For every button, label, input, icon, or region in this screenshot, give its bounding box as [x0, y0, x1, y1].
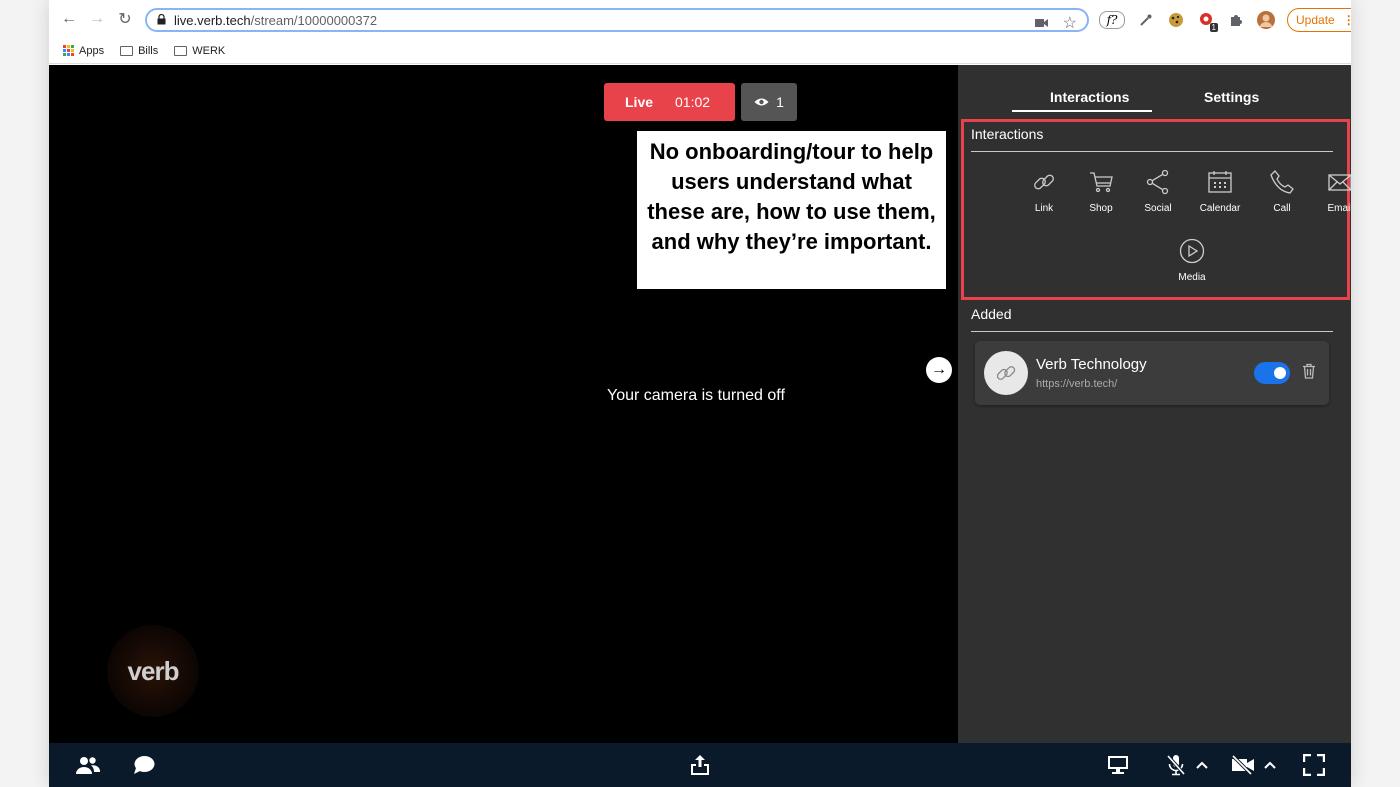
stream-controls-bar	[49, 743, 1351, 787]
cart-icon	[1090, 172, 1113, 193]
extension-badge: 1	[1209, 23, 1218, 32]
mail-icon	[1328, 174, 1351, 191]
collapse-panel-button[interactable]: →	[926, 357, 952, 383]
formula-extension-icon[interactable]: f?	[1099, 11, 1125, 29]
enable-toggle[interactable]	[1254, 362, 1290, 384]
interaction-email[interactable]: Email	[1310, 169, 1351, 214]
interaction-shop[interactable]: Shop	[1071, 169, 1131, 214]
folder-icon	[174, 45, 188, 56]
phone-icon	[1270, 170, 1294, 194]
interaction-social[interactable]: Social	[1128, 169, 1188, 214]
live-label: Live	[625, 94, 654, 110]
url-path: /stream/10000000372	[250, 12, 378, 28]
share-icon	[1146, 169, 1169, 195]
camera-options-chevron-icon[interactable]	[1257, 753, 1283, 777]
verb-logo: verb	[107, 625, 199, 717]
bookmark-star-icon[interactable]: ☆	[1063, 13, 1077, 33]
interaction-call[interactable]: Call	[1252, 169, 1312, 214]
mic-muted-icon[interactable]	[1163, 753, 1189, 777]
puzzle-extensions-icon[interactable]	[1227, 11, 1245, 29]
interaction-link-label: Link	[1034, 203, 1054, 214]
viewer-count: 1	[776, 94, 784, 110]
interactions-panel: Interactions Settings Interactions Link …	[958, 65, 1351, 743]
annotation-callout: No onboarding/tour to help users underst…	[637, 131, 946, 289]
forward-icon[interactable]: →	[85, 7, 109, 31]
toggle-knob	[1274, 367, 1286, 379]
verb-logo-text: verb	[127, 655, 180, 686]
chat-icon[interactable]	[131, 753, 157, 777]
active-tab-indicator	[1012, 110, 1152, 112]
fullscreen-icon[interactable]	[1301, 753, 1327, 777]
interaction-media[interactable]: Media	[1162, 238, 1222, 283]
folder-icon	[120, 45, 134, 56]
browser-toolbar: ← → ↻ live.verb.tech/stream/10000000372 …	[49, 0, 1351, 38]
address-bar[interactable]: live.verb.tech/stream/10000000372 ☆	[145, 8, 1089, 32]
badge-extension-icon[interactable]: 1	[1197, 11, 1218, 32]
added-item-title: Verb Technology	[1036, 356, 1147, 373]
link-avatar	[984, 351, 1028, 395]
eye-icon	[754, 94, 769, 110]
interaction-shop-label: Shop	[1089, 203, 1113, 214]
added-interaction-card[interactable]: Verb Technology https://verb.tech/	[975, 341, 1329, 405]
viewer-count-badge: 1	[741, 83, 797, 121]
stream-stage: Live 01:02 1 No onboarding/tour to help …	[49, 65, 958, 743]
link-icon	[996, 366, 1016, 380]
bookmark-apps-label: Apps	[79, 44, 105, 57]
reload-icon[interactable]: ↻	[113, 7, 137, 31]
tab-settings[interactable]: Settings	[1204, 89, 1259, 105]
live-badge: Live 01:02	[604, 83, 735, 121]
interaction-social-label: Social	[1144, 203, 1172, 214]
tab-interactions[interactable]: Interactions	[1050, 89, 1129, 105]
divider	[971, 151, 1333, 152]
share-upload-icon[interactable]	[687, 753, 713, 777]
play-icon	[1179, 238, 1205, 264]
interaction-email-label: Email	[1327, 203, 1351, 214]
camera-indicator-icon[interactable]	[1034, 15, 1049, 31]
update-button[interactable]: Update ⋮	[1287, 8, 1351, 32]
more-menu-icon: ⋮	[1342, 13, 1351, 27]
added-item-url: https://verb.tech/	[1036, 378, 1118, 390]
mic-options-chevron-icon[interactable]	[1189, 753, 1215, 777]
bookmark-bills-label: Bills	[138, 44, 159, 57]
cookie-extension-icon[interactable]	[1167, 11, 1185, 29]
bookmark-werk[interactable]: WERK	[174, 45, 225, 57]
added-section-title: Added	[971, 306, 1012, 322]
screen-share-icon[interactable]	[1105, 753, 1131, 777]
bookmark-apps[interactable]: Apps	[63, 45, 104, 57]
update-label: Update	[1296, 13, 1335, 27]
link-icon	[1034, 174, 1054, 190]
interaction-calendar-label: Calendar	[1199, 203, 1241, 214]
apps-grid-icon	[63, 45, 74, 56]
trash-icon[interactable]	[1302, 363, 1316, 384]
interaction-media-label: Media	[1178, 272, 1206, 283]
bookmark-werk-label: WERK	[192, 44, 226, 57]
back-icon[interactable]: ←	[57, 7, 81, 31]
panel-tabs: Interactions Settings	[958, 65, 1351, 115]
interaction-calendar[interactable]: Calendar	[1190, 169, 1250, 214]
calendar-icon	[1208, 171, 1232, 193]
camera-off-icon[interactable]	[1230, 753, 1256, 777]
interactions-section-title: Interactions	[971, 126, 1044, 142]
profile-avatar[interactable]	[1257, 11, 1275, 29]
divider	[971, 331, 1333, 332]
bookmark-bills[interactable]: Bills	[120, 45, 158, 57]
interaction-link[interactable]: Link	[1014, 169, 1074, 214]
lock-icon	[157, 13, 166, 28]
live-timer: 01:02	[675, 94, 711, 110]
bookmarks-bar: Apps Bills WERK	[49, 38, 1351, 64]
interaction-call-label: Call	[1273, 203, 1291, 214]
participants-icon[interactable]	[75, 753, 101, 777]
url-host: live.verb.tech	[174, 12, 251, 28]
browser-window: ← → ↻ live.verb.tech/stream/10000000372 …	[49, 0, 1351, 787]
eyedropper-icon[interactable]	[1137, 11, 1155, 29]
